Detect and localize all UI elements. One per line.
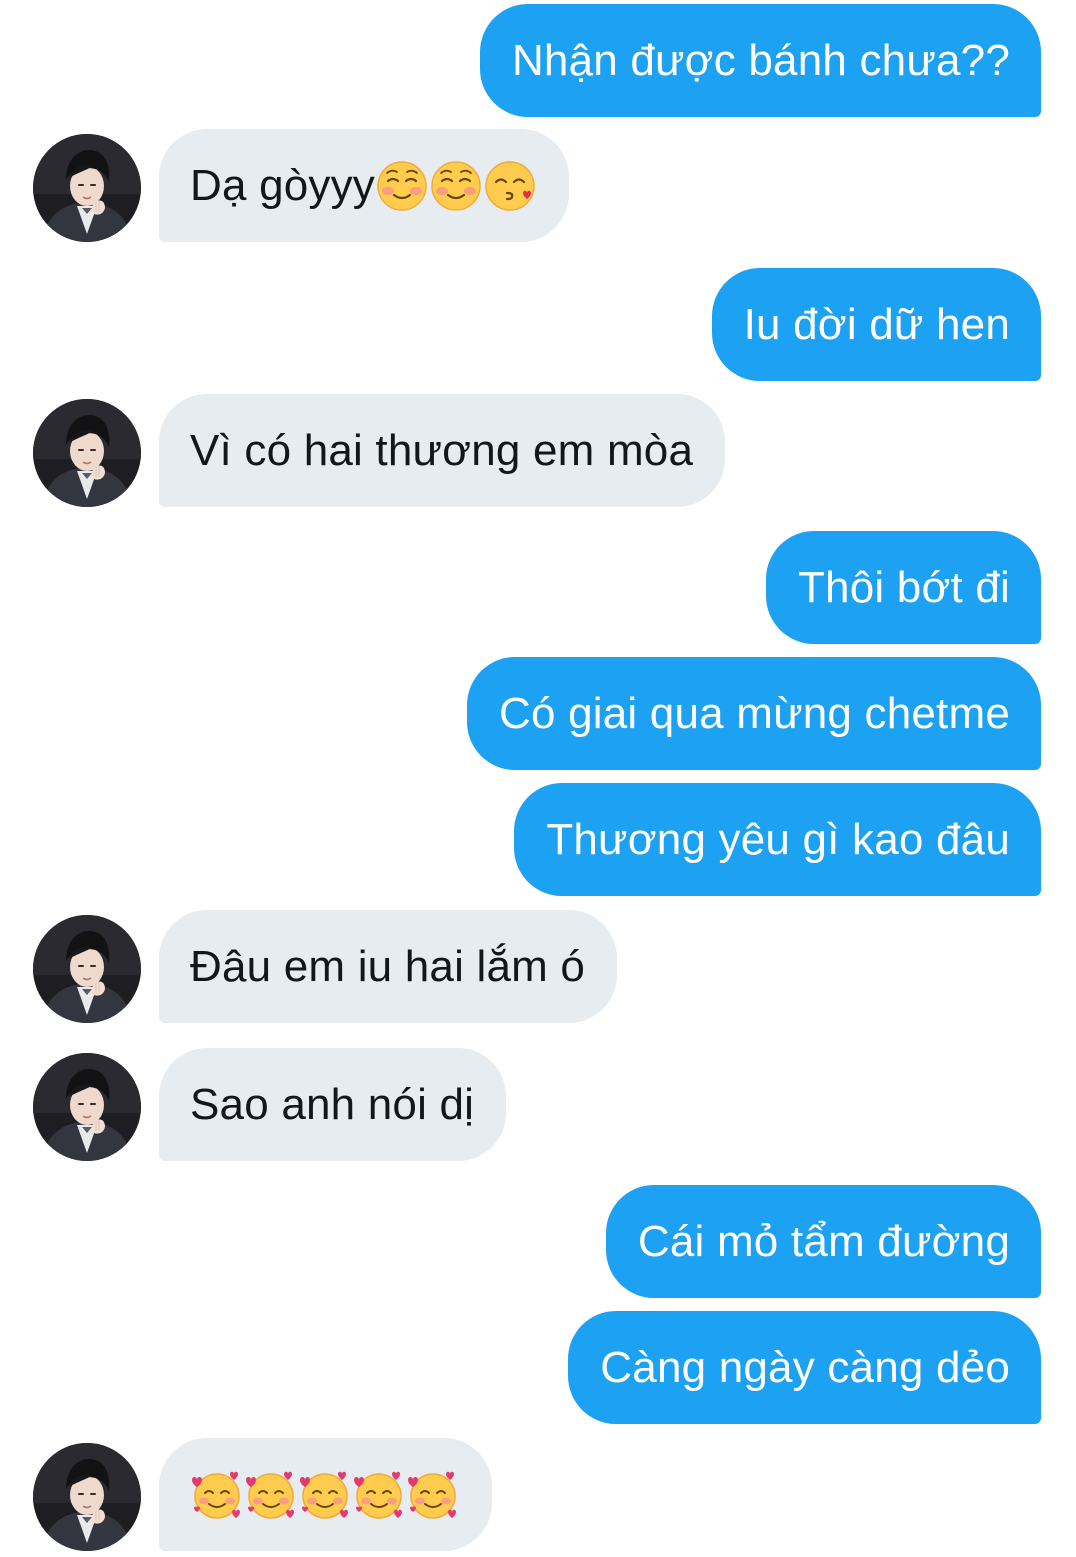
avatar[interactable] xyxy=(33,1443,141,1551)
message-bubble-incoming[interactable] xyxy=(159,1438,492,1551)
message-bubble-incoming[interactable]: Sao anh nói dị xyxy=(159,1048,507,1161)
message-bubble-outgoing[interactable]: Thương yêu gì kao đâu xyxy=(514,783,1041,896)
message-bubble-outgoing[interactable]: Càng ngày càng dẻo xyxy=(568,1311,1041,1424)
message-text: Cái mỏ tẩm đường xyxy=(637,1216,1010,1266)
message-bubble-outgoing[interactable]: Iu đời dữ hen xyxy=(711,268,1041,381)
message-bubble-outgoing[interactable]: Nhận được bánh chưa?? xyxy=(479,4,1041,117)
smiling-hearts-icon xyxy=(190,1468,244,1522)
kissing-icon xyxy=(483,159,537,213)
smiling-hearts-icon xyxy=(352,1468,406,1522)
smiling-hearts-icon xyxy=(244,1468,298,1522)
smiling-blush-icon xyxy=(429,159,483,213)
message-text: Iu đời dữ hen xyxy=(743,299,1010,349)
message-bubble-outgoing[interactable]: Cái mỏ tẩm đường xyxy=(605,1185,1041,1298)
message-text: Đâu em iu hai lắm ó xyxy=(190,941,586,991)
smiling-hearts-icon xyxy=(298,1468,352,1522)
message-bubble-outgoing[interactable]: Có giai qua mừng chetme xyxy=(467,657,1041,770)
message-text: Thôi bớt đi xyxy=(797,562,1010,612)
avatar[interactable] xyxy=(33,915,141,1023)
message-bubble-incoming[interactable]: Dạ gòyyy xyxy=(159,129,570,242)
message-text: Dạ gòyyy xyxy=(190,160,376,210)
avatar[interactable] xyxy=(33,399,141,507)
emoji-group xyxy=(190,1468,460,1522)
message-text: Vì có hai thương em mòa xyxy=(190,425,694,475)
message-bubble-incoming[interactable]: Đâu em iu hai lắm ó xyxy=(159,910,618,1023)
message-text: Có giai qua mừng chetme xyxy=(499,688,1010,738)
emoji-group xyxy=(375,159,537,213)
avatar[interactable] xyxy=(33,134,141,242)
message-bubble-incoming[interactable]: Vì có hai thương em mòa xyxy=(159,394,726,507)
smiling-blush-icon xyxy=(375,159,429,213)
message-text: Càng ngày càng dẻo xyxy=(600,1342,1010,1392)
message-text: Nhận được bánh chưa?? xyxy=(511,35,1010,85)
smiling-hearts-icon xyxy=(406,1468,460,1522)
message-text: Thương yêu gì kao đâu xyxy=(546,814,1010,864)
message-text: Sao anh nói dị xyxy=(190,1079,475,1129)
message-bubble-outgoing[interactable]: Thôi bớt đi xyxy=(765,531,1041,644)
message-thread: Nhận được bánh chưa?? Dạ gòyyy Iu đời dữ… xyxy=(0,0,1076,1557)
avatar[interactable] xyxy=(33,1053,141,1161)
